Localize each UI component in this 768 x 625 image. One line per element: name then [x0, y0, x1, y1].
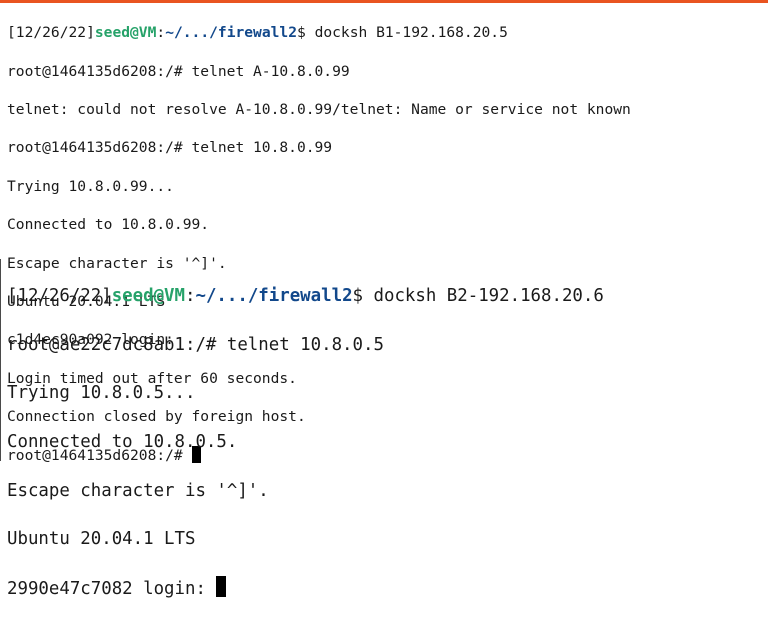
output-line: Escape character is '^]'. — [7, 480, 269, 501]
prompt-separator: : — [156, 24, 166, 42]
output-line: telnet: could not resolve A-10.8.0.99/te… — [7, 101, 631, 119]
prompt-command: docksh B1-192.168.20.5 — [314, 24, 508, 42]
prompt-path: ~/.../firewall2 — [195, 286, 353, 307]
prompt-line: [12/26/22]seed@VM:~/.../firewall2$ docks… — [7, 284, 768, 308]
prompt-symbol: $ — [352, 286, 374, 307]
output-line: root@1464135d6208:/# telnet A-10.8.0.99 — [7, 62, 350, 80]
output-line: Connected to 10.8.0.99. — [7, 216, 210, 234]
terminal-cursor — [216, 575, 227, 597]
prompt-separator: : — [185, 286, 196, 307]
output-line: root@1464135d6208:/# telnet 10.8.0.99 — [7, 139, 333, 157]
prompt-line: [12/26/22]seed@VM:~/.../firewall2$ docks… — [7, 23, 768, 42]
output-line: Ubuntu 20.04.1 LTS — [7, 529, 196, 550]
output-line: Trying 10.8.0.5... — [7, 383, 196, 404]
output-line: Trying 10.8.0.99... — [7, 177, 174, 195]
output-line: Connected to 10.8.0.5. — [7, 432, 238, 453]
prompt-user: seed@VM — [94, 24, 157, 42]
terminal-pane-b2[interactable]: [12/26/22]seed@VM:~/.../firewall2$ docks… — [0, 259, 768, 599]
active-prompt-line: 2990e47c7082 login: — [7, 575, 768, 601]
prompt-command: docksh B2-192.168.20.6 — [373, 286, 604, 307]
prompt-date: [12/26/22] — [7, 24, 95, 42]
prompt-date: [12/26/22] — [7, 286, 112, 307]
prompt-symbol: $ — [296, 24, 315, 42]
prompt-user: seed@VM — [111, 286, 185, 307]
prompt-path: ~/.../firewall2 — [165, 24, 297, 42]
output-line: root@ae22c7dc8ab1:/# telnet 10.8.0.5 — [7, 334, 384, 355]
prompt-text: 2990e47c7082 login: — [7, 578, 217, 599]
window-accent-bar — [0, 0, 768, 3]
